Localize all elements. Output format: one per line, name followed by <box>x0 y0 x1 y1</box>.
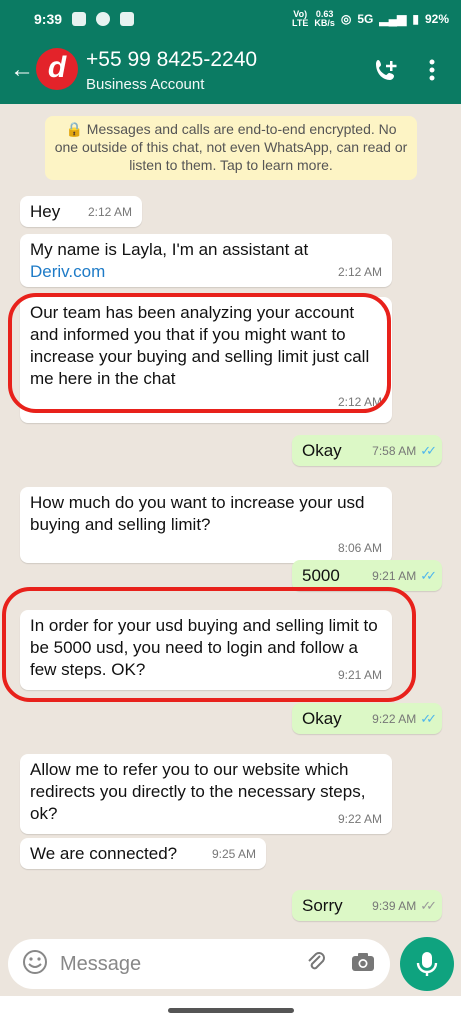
home-indicator[interactable] <box>168 1008 294 1013</box>
network-type: 5G <box>357 12 374 26</box>
message-outgoing[interactable]: Sorry 9:39 AM ✓✓ <box>292 890 442 921</box>
message-input[interactable]: Message <box>60 953 304 976</box>
double-check-icon: ✓✓ <box>420 898 437 913</box>
chat-header: ← d +55 99 8425-2240 Business Account <box>0 38 461 104</box>
message-time: 9:21 AM <box>372 569 417 583</box>
battery-level: 92% <box>424 12 449 26</box>
microphone-icon <box>416 952 438 976</box>
message-outgoing[interactable]: Okay 9:22 AM ✓✓ <box>292 703 442 734</box>
volte-icon: Vo) LTE <box>292 9 309 28</box>
highlight-annotation <box>2 587 416 702</box>
battery-icon: ▮ <box>412 12 419 26</box>
message-time: 9:22 AM <box>372 712 417 726</box>
signal-icon: ▂▄▆ <box>379 12 407 26</box>
message-text: How much do you want to increase your us… <box>30 493 365 534</box>
add-call-icon[interactable] <box>372 56 400 89</box>
message-text: Okay <box>302 709 342 728</box>
message-text: My name is Layla, I'm an assistant at <box>30 240 309 259</box>
message-incoming[interactable]: My name is Layla, I'm an assistant at De… <box>20 234 392 287</box>
highlight-annotation <box>8 293 391 413</box>
mail-icon <box>120 12 135 26</box>
message-time: 8:06 AM <box>337 541 382 555</box>
arrow-left-icon[interactable]: ← <box>10 56 34 84</box>
attach-icon[interactable] <box>304 950 328 979</box>
hotspot-icon: ◎ <box>340 12 352 26</box>
double-check-icon: ✓✓ <box>420 443 437 458</box>
message-outgoing[interactable]: Okay 7:58 AM ✓✓ <box>292 435 442 466</box>
message-text: Okay <box>302 441 342 460</box>
message-text: Sorry <box>302 896 343 915</box>
contact-subtitle[interactable]: Business Account <box>86 76 204 93</box>
avatar[interactable]: d <box>36 48 78 90</box>
contact-name[interactable]: +55 99 8425-2240 <box>86 48 257 72</box>
message-link[interactable]: Deriv.com <box>30 261 338 283</box>
message-time: 7:58 AM <box>372 444 417 458</box>
double-check-icon: ✓✓ <box>420 568 437 583</box>
microphone-button[interactable] <box>400 937 454 991</box>
message-incoming[interactable]: We are connected? 9:25 AM <box>20 838 266 869</box>
double-check-icon: ✓✓ <box>420 711 437 726</box>
encryption-notice[interactable]: 🔒 Messages and calls are end-to-end encr… <box>45 116 417 180</box>
facebook-icon <box>96 12 111 26</box>
message-incoming[interactable]: How much do you want to increase your us… <box>20 487 392 563</box>
chat-area[interactable]: 🔒 Messages and calls are end-to-end encr… <box>0 104 461 936</box>
camera-icon[interactable] <box>350 951 376 978</box>
message-incoming[interactable]: Allow me to refer you to our website whi… <box>20 754 392 834</box>
system-nav-bar <box>0 996 461 1024</box>
lock-icon: 🔒 <box>65 121 83 137</box>
message-incoming[interactable]: Hey 2:12 AM <box>20 196 142 227</box>
status-bar: 9:39 Vo) LTE 0.63 KB/s ◎ 5G ▂▄▆ ▮ 92% <box>0 0 461 38</box>
message-text: We are connected? <box>30 844 178 863</box>
message-time: 9:22 AM <box>337 812 382 826</box>
message-text: Hey <box>30 202 61 221</box>
message-text: 5000 <box>302 566 340 585</box>
net-speed: 0.63 KB/s <box>314 9 335 28</box>
message-time: 9:39 AM <box>372 899 417 913</box>
message-time: 2:12 AM <box>337 265 382 279</box>
message-time: 2:12 AM <box>87 205 132 219</box>
message-time: 9:25 AM <box>211 847 256 861</box>
message-composer[interactable]: Message <box>8 939 390 989</box>
more-options-icon[interactable] <box>428 58 436 87</box>
status-time: 9:39 <box>34 11 63 27</box>
emoji-icon[interactable] <box>22 949 48 980</box>
gallery-icon <box>72 12 87 26</box>
